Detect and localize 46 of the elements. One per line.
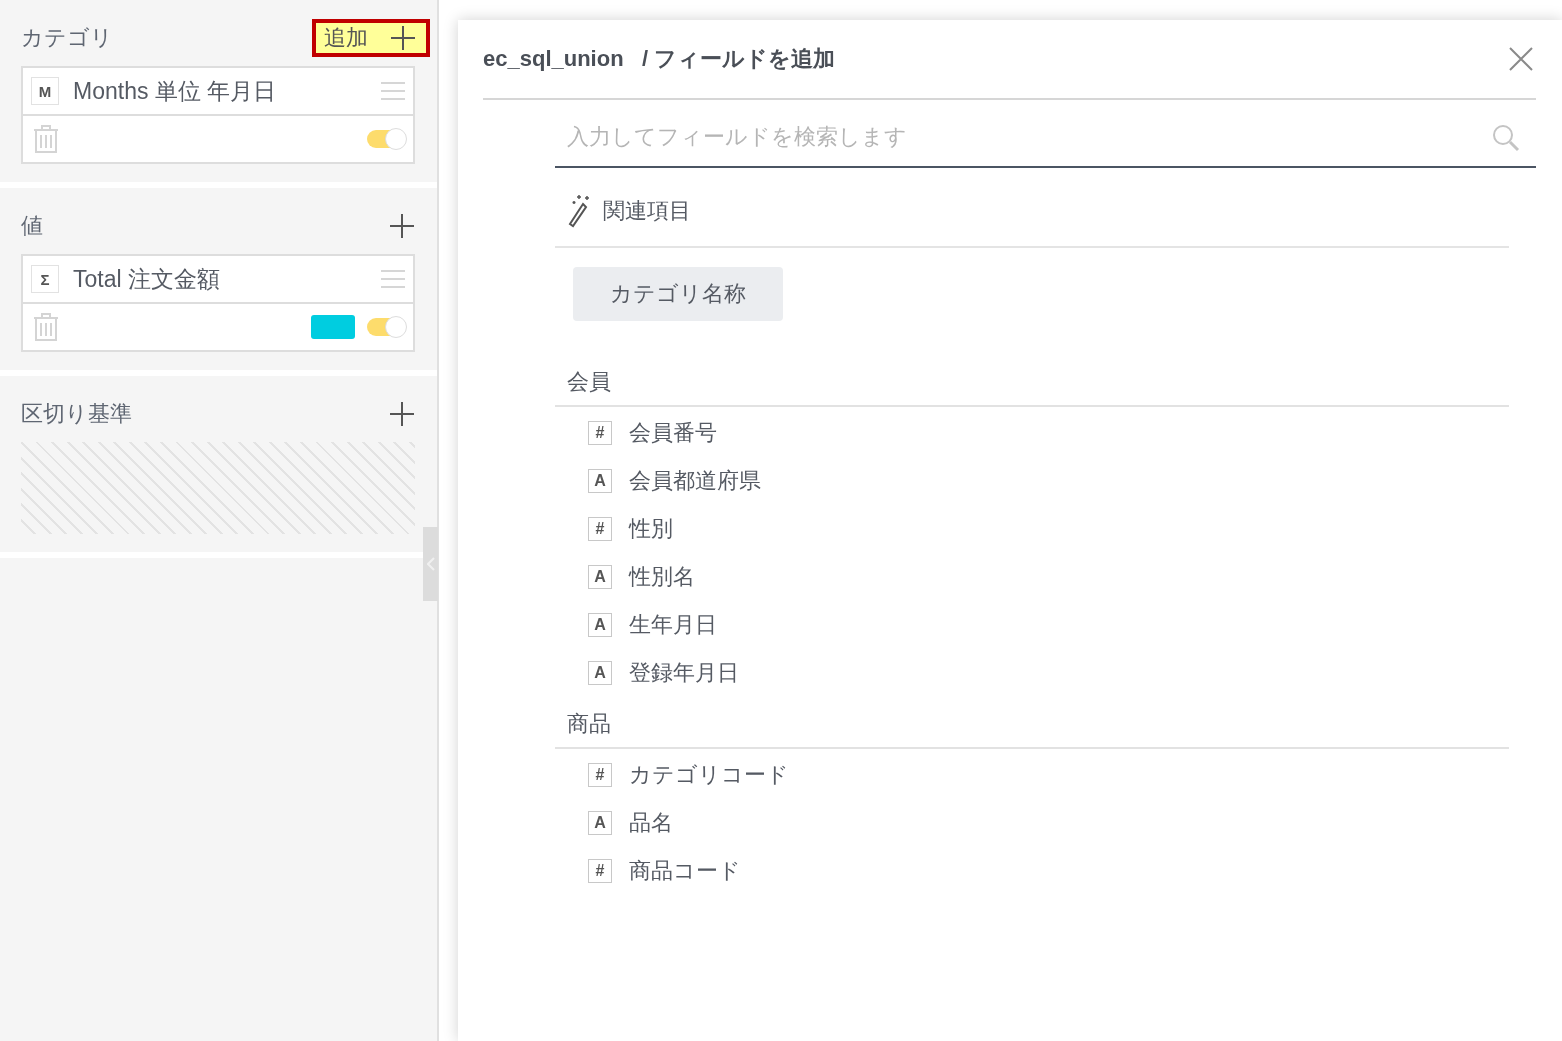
field-item[interactable]: # カテゴリコード	[555, 751, 1509, 799]
trash-icon[interactable]	[33, 313, 59, 341]
group-heading: 商品	[555, 697, 1509, 749]
field-item[interactable]: A 性別名	[555, 553, 1509, 601]
type-badge: #	[588, 517, 612, 541]
toggle-switch[interactable]	[367, 130, 405, 148]
type-badge: M	[31, 77, 59, 105]
plus-icon	[389, 213, 415, 239]
type-badge: Σ	[31, 265, 59, 293]
field-name: Months 単位 年月日	[73, 76, 278, 106]
field-item[interactable]: A 生年月日	[555, 601, 1509, 649]
color-swatch[interactable]	[311, 315, 355, 339]
section-title: 区切り基準	[21, 400, 132, 428]
type-badge: #	[588, 421, 612, 445]
section-title: 値	[21, 212, 43, 240]
drag-handle-icon[interactable]	[381, 81, 405, 101]
related-field-chip[interactable]: カテゴリ名称	[573, 267, 783, 321]
close-icon[interactable]	[1508, 46, 1534, 72]
type-badge: A	[588, 613, 612, 637]
toggle-switch[interactable]	[367, 318, 405, 336]
field-name: Total 注文金額	[73, 264, 221, 294]
dialog-title: ec_sql_union / フィールドを追加	[483, 45, 837, 73]
section-label: 関連項目	[603, 197, 691, 225]
type-badge: #	[588, 763, 612, 787]
section-title: カテゴリ	[21, 24, 113, 52]
search-field[interactable]: 入力してフィールドを検索します	[555, 100, 1536, 168]
type-badge: A	[588, 565, 612, 589]
type-badge: A	[588, 811, 612, 835]
field-item[interactable]: A 登録年月日	[555, 649, 1509, 697]
type-badge: A	[588, 661, 612, 685]
group-heading: 会員	[555, 355, 1509, 407]
plus-icon	[389, 401, 415, 427]
add-button[interactable]: 追加	[312, 19, 430, 57]
field-item[interactable]: A 品名	[555, 799, 1509, 847]
search-icon	[1492, 124, 1520, 152]
field-item[interactable]: # 性別	[555, 505, 1509, 553]
field-item[interactable]: # 商品コード	[555, 847, 1509, 895]
magic-wand-icon	[567, 194, 591, 228]
field-item[interactable]: # 会員番号	[555, 409, 1509, 457]
trash-icon[interactable]	[33, 125, 59, 153]
collapse-handle[interactable]	[423, 527, 438, 601]
plus-icon	[390, 25, 416, 51]
field-item[interactable]: A 会員都道府県	[555, 457, 1509, 505]
drag-handle-icon[interactable]	[381, 269, 405, 289]
type-badge: #	[588, 859, 612, 883]
type-badge: A	[588, 469, 612, 493]
